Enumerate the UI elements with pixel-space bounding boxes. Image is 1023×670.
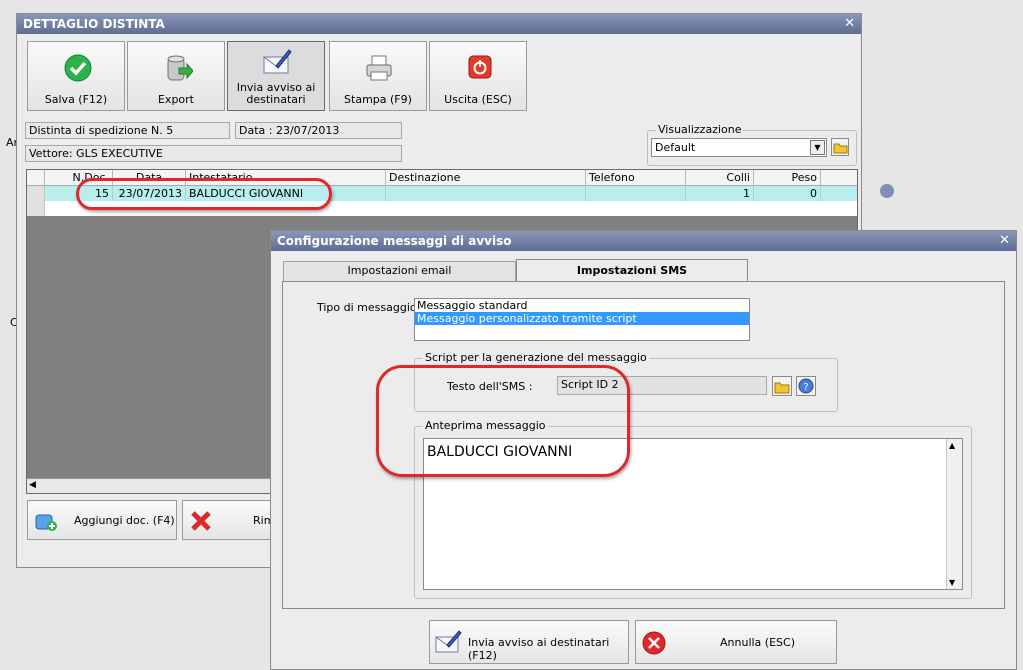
main-title-bar: DETTAGLIO DISTINTA ✕	[17, 14, 861, 34]
script-group-label: Script per la generazione del messaggio	[423, 351, 649, 364]
col-colli[interactable]: Colli	[686, 170, 754, 186]
window-title: DETTAGLIO DISTINTA	[23, 17, 165, 31]
annotation-oval	[76, 178, 332, 210]
horizontal-scrollbar[interactable]: ◀	[27, 478, 297, 493]
uscita-button[interactable]: Uscita (ESC)	[429, 41, 527, 111]
button-label: Annulla (ESC)	[720, 636, 795, 649]
cancel-icon	[642, 631, 666, 655]
button-label: Invia avviso ai destinatari	[236, 81, 316, 106]
cell-colli: 1	[686, 186, 754, 201]
svg-text:?: ?	[803, 382, 808, 393]
cell-destinazione	[386, 186, 586, 201]
help-button[interactable]: ?	[796, 376, 816, 396]
invia-avviso-button[interactable]: Invia avviso ai destinatari (F12)	[429, 620, 629, 664]
scroll-down-icon[interactable]: ▼	[949, 578, 955, 587]
button-label: Invia avviso ai destinatari (F12)	[468, 636, 610, 662]
database-export-icon	[167, 55, 193, 81]
envelope-pen-icon	[435, 630, 462, 653]
help-icon: ?	[798, 378, 814, 394]
button-label: Salva (F12)	[44, 93, 108, 106]
col-destinazione[interactable]: Destinazione	[386, 170, 586, 186]
button-label: Uscita (ESC)	[444, 93, 512, 106]
rimuovi-doc-button[interactable]: Rim	[182, 500, 274, 540]
aggiungi-doc-button[interactable]: Aggiungi doc. (F4)	[27, 500, 177, 540]
select-value: Default	[655, 141, 696, 154]
chevron-down-icon[interactable]: ▼	[810, 140, 825, 155]
check-icon	[64, 54, 92, 82]
annulla-button[interactable]: Annulla (ESC)	[635, 620, 837, 664]
close-icon[interactable]: ✕	[844, 14, 855, 34]
vertical-scrollbar[interactable]: ▲ ▼	[946, 439, 962, 589]
row-selector[interactable]	[27, 186, 45, 201]
envelope-pen-icon	[263, 49, 292, 74]
scroll-left-icon[interactable]: ◀	[29, 480, 36, 490]
list-item[interactable]: Messaggio standard	[415, 299, 749, 312]
gear-icon	[880, 184, 894, 198]
add-document-icon	[35, 514, 57, 531]
toolbar: Salva (F12) Export Invia avviso ai desti…	[27, 41, 527, 113]
tipo-listbox[interactable]: Messaggio standard Messaggio personalizz…	[414, 298, 750, 341]
col-peso[interactable]: Peso	[754, 170, 821, 186]
salva-button[interactable]: Salva (F12)	[27, 41, 125, 111]
visualizzazione-select[interactable]: Default ▼	[651, 138, 827, 157]
dialog-title-bar: Configurazione messaggi di avviso ✕	[271, 231, 1016, 251]
export-button[interactable]: Export	[127, 41, 225, 111]
folder-icon	[774, 382, 790, 394]
red-x-icon	[191, 511, 211, 531]
cell-peso: 0	[754, 186, 821, 201]
tipo-label: Tipo di messaggio :	[317, 301, 424, 314]
dialog-title: Configurazione messaggi di avviso	[277, 234, 512, 248]
visualizzazione-label: Visualizzazione	[656, 123, 744, 136]
folder-icon	[833, 143, 848, 154]
cell-telefono	[586, 186, 686, 201]
col-extra	[821, 170, 857, 186]
folder-button[interactable]	[772, 376, 792, 396]
power-off-icon	[468, 55, 492, 79]
close-icon[interactable]: ✕	[999, 231, 1010, 251]
row-selector-header	[27, 170, 45, 186]
col-telefono[interactable]: Telefono	[586, 170, 686, 186]
invia-avviso-button[interactable]: Invia avviso ai destinatari	[227, 41, 325, 111]
scroll-up-icon[interactable]: ▲	[949, 441, 955, 450]
folder-button[interactable]	[831, 138, 849, 156]
distinta-field: Distinta di spedizione N. 5	[25, 122, 230, 139]
tab-email[interactable]: Impostazioni email	[283, 261, 516, 281]
button-label: Stampa (F9)	[344, 93, 412, 106]
row-selector[interactable]	[27, 201, 45, 216]
button-label: Export	[157, 93, 194, 106]
printer-icon	[366, 55, 392, 81]
tab-sms[interactable]: Impostazioni SMS	[516, 259, 748, 282]
stampa-button[interactable]: Stampa (F9)	[329, 41, 427, 111]
data-field: Data : 23/07/2013	[235, 122, 402, 139]
vettore-field: Vettore: GLS EXECUTIVE	[25, 145, 402, 162]
list-item-selected[interactable]: Messaggio personalizzato tramite script	[415, 312, 749, 325]
button-label: Aggiungi doc. (F4)	[74, 514, 175, 527]
annotation-oval	[376, 365, 630, 477]
